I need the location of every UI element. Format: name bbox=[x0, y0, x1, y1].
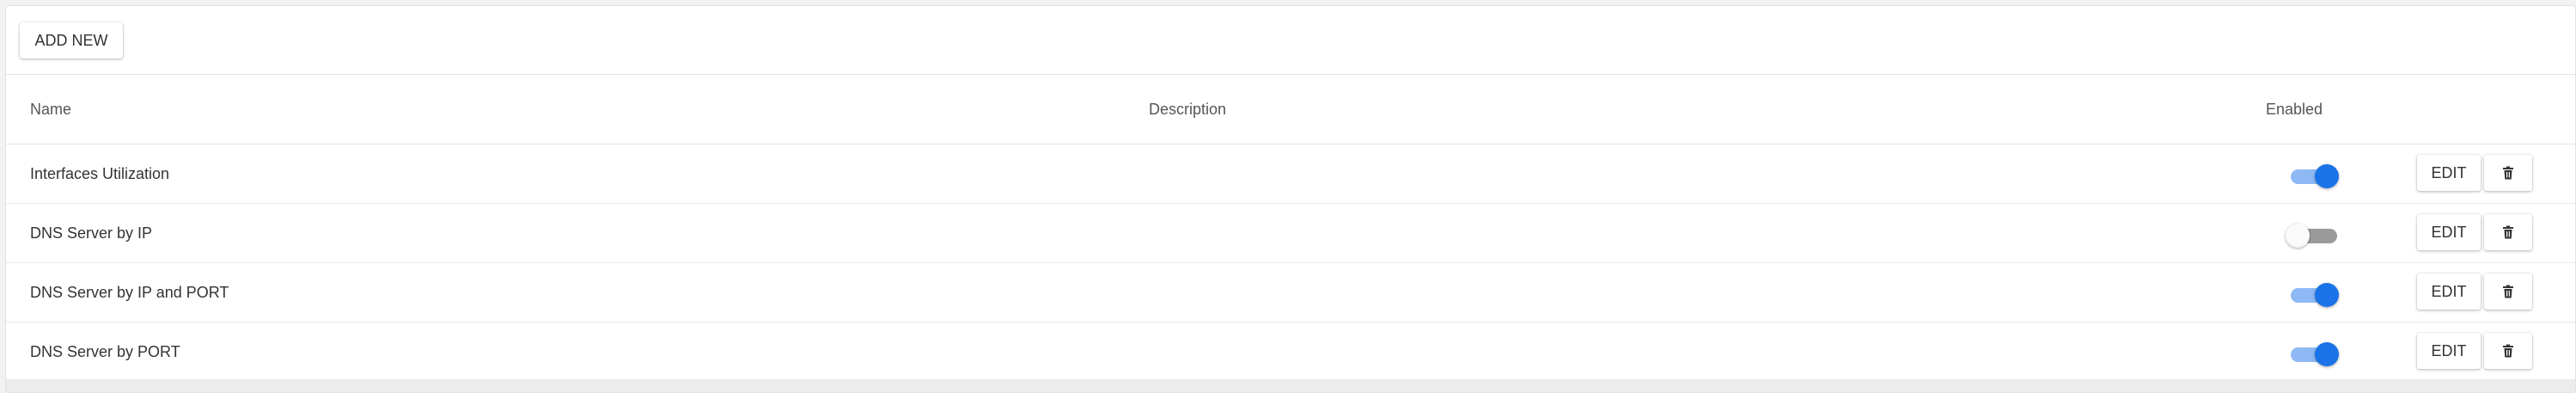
edit-button[interactable]: EDIT bbox=[2417, 214, 2481, 250]
column-header-description[interactable]: Description bbox=[1149, 75, 1226, 144]
trash-icon bbox=[2503, 166, 2513, 180]
next-row-partial bbox=[6, 379, 2575, 392]
delete-button[interactable] bbox=[2484, 333, 2532, 369]
add-new-button[interactable]: ADD NEW bbox=[20, 22, 123, 58]
delete-button[interactable] bbox=[2484, 155, 2532, 191]
table-header: Name Description Enabled bbox=[6, 75, 2575, 144]
table-row: DNS Server by IP and PORT EDIT bbox=[6, 263, 2575, 322]
toolbar: ADD NEW bbox=[6, 6, 2575, 75]
trash-icon bbox=[2503, 344, 2513, 358]
row-name: DNS Server by IP bbox=[30, 224, 153, 242]
edit-button[interactable]: EDIT bbox=[2417, 155, 2481, 191]
table-row: DNS Server by IP EDIT bbox=[6, 204, 2575, 263]
column-header-enabled[interactable]: Enabled bbox=[2266, 75, 2323, 144]
row-name: DNS Server by IP and PORT bbox=[30, 283, 229, 301]
trash-icon bbox=[2503, 225, 2513, 239]
column-header-name[interactable]: Name bbox=[30, 75, 71, 144]
enabled-toggle[interactable] bbox=[2287, 163, 2341, 188]
row-name: Interfaces Utilization bbox=[30, 164, 170, 182]
table-row: DNS Server by PORT EDIT bbox=[6, 322, 2575, 382]
trash-icon bbox=[2503, 285, 2513, 298]
delete-button[interactable] bbox=[2484, 273, 2532, 310]
enabled-toggle[interactable] bbox=[2287, 282, 2341, 307]
edit-button[interactable]: EDIT bbox=[2417, 333, 2481, 369]
edit-button[interactable]: EDIT bbox=[2417, 273, 2481, 310]
row-name: DNS Server by PORT bbox=[30, 342, 180, 360]
enabled-toggle[interactable] bbox=[2287, 341, 2341, 366]
enabled-toggle[interactable] bbox=[2286, 223, 2341, 248]
policies-card: ADD NEW Name Description Enabled Interfa… bbox=[5, 5, 2576, 393]
table-row: Interfaces Utilization EDIT bbox=[6, 144, 2575, 204]
delete-button[interactable] bbox=[2484, 214, 2532, 250]
